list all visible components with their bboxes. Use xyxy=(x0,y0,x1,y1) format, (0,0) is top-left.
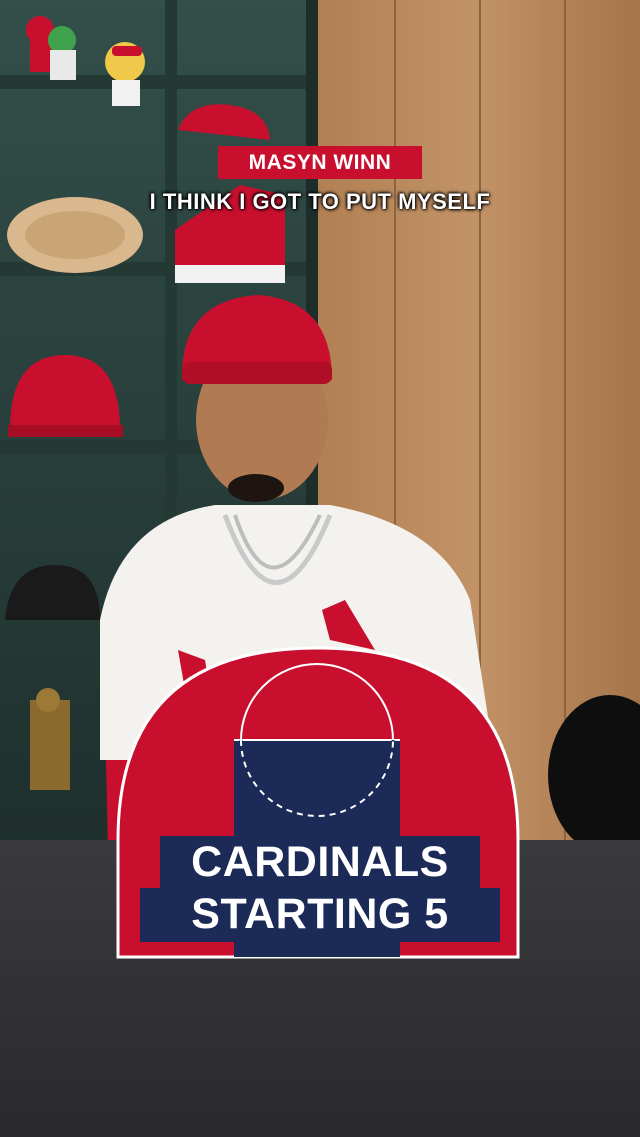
graphic-title-line-1: CARDINALS xyxy=(191,838,449,886)
gold-figurine xyxy=(30,688,70,790)
subtitle-caption: I THINK I GOT TO PUT MYSELF xyxy=(149,189,491,214)
speaker-name-tag: MASYN WINN xyxy=(218,146,422,179)
graphic-title-line-2: STARTING 5 xyxy=(191,890,449,938)
